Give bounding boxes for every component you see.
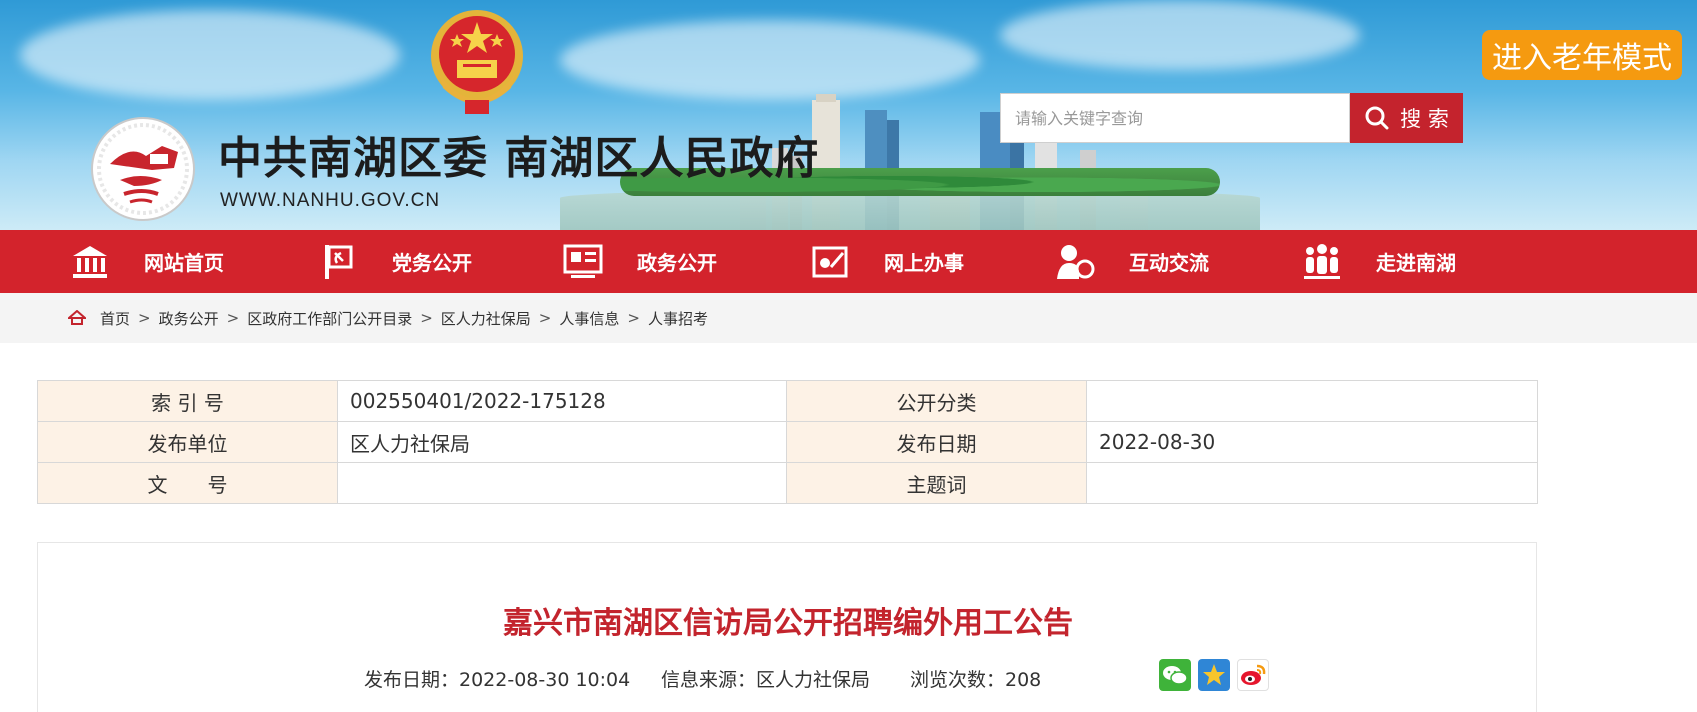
breadcrumb-separator: >	[538, 309, 552, 327]
nav-item-label: 党务公开	[392, 251, 472, 275]
building-icon	[70, 242, 110, 282]
category-value	[1086, 380, 1538, 422]
publish-date: 发布日期：2022-08-30 10:04	[364, 669, 631, 691]
breadcrumb: 首页 > 政务公开 > 区政府工作部门公开目录 > 区人力社保局 > 人事信息 …	[68, 293, 708, 343]
breadcrumb-link[interactable]: 区人力社保局	[441, 308, 531, 329]
date-value: 2022-08-30	[1086, 421, 1538, 463]
doc-number-label: 文 号	[37, 462, 338, 504]
search-box: 搜 索	[1000, 93, 1463, 143]
nav-item-home[interactable]: 网站首页	[70, 230, 224, 293]
info-source: 信息来源：区人力社保局	[661, 669, 871, 691]
qzone-share-icon[interactable]	[1198, 659, 1230, 691]
nav-item-party[interactable]: 党务公开	[318, 230, 472, 293]
breadcrumb-separator: >	[138, 309, 151, 327]
user-chat-icon	[1055, 242, 1095, 282]
nav-item-about-nanhu[interactable]: 走进南湖	[1302, 230, 1456, 293]
table-row: 文 号 主题词	[37, 462, 1538, 504]
date-label: 发布日期	[786, 421, 1087, 463]
nav-item-gov-affairs[interactable]: 政务公开	[563, 230, 717, 293]
wechat-share-icon[interactable]	[1159, 659, 1191, 691]
breadcrumb-bar: 首页 > 政务公开 > 区政府工作部门公开目录 > 区人力社保局 > 人事信息 …	[0, 293, 1697, 343]
nav-item-label: 网站首页	[144, 251, 224, 275]
nav-item-label: 网上办事	[884, 251, 964, 275]
home-icon	[68, 310, 86, 326]
index-label: 索 引 号	[37, 380, 338, 422]
elder-mode-button[interactable]: 进入老年模式	[1482, 30, 1682, 80]
site-url: WWW.NANHU.GOV.CN	[220, 190, 441, 211]
document-icon	[563, 242, 603, 282]
table-row: 发布单位 区人力社保局 发布日期 2022-08-30	[37, 421, 1538, 463]
index-value: 002550401/2022-175128	[337, 380, 787, 422]
cloud-decoration	[20, 10, 400, 100]
info-table: 索 引 号 002550401/2022-175128 公开分类 发布单位 区人…	[37, 380, 1538, 504]
breadcrumb-separator: >	[226, 309, 240, 327]
nav-item-label: 走进南湖	[1376, 251, 1456, 275]
keyword-label: 主题词	[786, 462, 1087, 504]
main-nav: 网站首页 党务公开 政务公开 网上办事 互动交流 走进南湖	[0, 230, 1697, 293]
nav-item-label: 互动交流	[1129, 251, 1209, 275]
search-button-label: 搜 索	[1400, 107, 1449, 131]
nav-item-interaction[interactable]: 互动交流	[1055, 230, 1209, 293]
doc-number-value	[337, 462, 787, 504]
view-count: 浏览次数：208	[910, 669, 1042, 691]
breadcrumb-separator: >	[420, 309, 433, 327]
article-panel: 嘉兴市南湖区信访局公开招聘编外用工公告 发布日期：2022-08-30 10:0…	[37, 542, 1537, 712]
breadcrumb-link-home[interactable]: 首页	[100, 308, 130, 329]
breadcrumb-separator: >	[627, 309, 640, 327]
site-title: 中共南湖区委 南湖区人民政府	[218, 133, 820, 184]
article-title: 嘉兴市南湖区信访局公开招聘编外用工公告	[503, 606, 1073, 641]
weibo-share-icon[interactable]	[1237, 659, 1269, 691]
header-banner: 中共南湖区委 南湖区人民政府 WWW.NANHU.GOV.CN 进入老年模式 搜…	[0, 0, 1697, 230]
publisher-label: 发布单位	[37, 421, 338, 463]
party-flag-icon	[318, 242, 358, 282]
keyword-value	[1086, 462, 1538, 504]
national-emblem-icon	[431, 10, 523, 114]
search-icon	[1365, 106, 1389, 130]
search-input[interactable]	[1000, 93, 1350, 143]
lake-image	[560, 190, 1260, 230]
nav-item-label: 政务公开	[637, 251, 717, 275]
nanhu-logo-icon	[91, 117, 195, 221]
table-row: 索 引 号 002550401/2022-175128 公开分类	[37, 380, 1538, 422]
category-label: 公开分类	[786, 380, 1087, 422]
breadcrumb-link-current[interactable]: 人事招考	[648, 308, 708, 329]
publisher-value: 区人力社保局	[337, 421, 787, 463]
search-button[interactable]: 搜 索	[1350, 93, 1463, 143]
breadcrumb-link[interactable]: 政务公开	[159, 308, 219, 329]
nav-item-online-service[interactable]: 网上办事	[810, 230, 964, 293]
breadcrumb-link[interactable]: 人事信息	[559, 308, 619, 329]
breadcrumb-link[interactable]: 区政府工作部门公开目录	[247, 308, 412, 329]
service-icon	[810, 242, 850, 282]
people-icon	[1302, 242, 1342, 282]
